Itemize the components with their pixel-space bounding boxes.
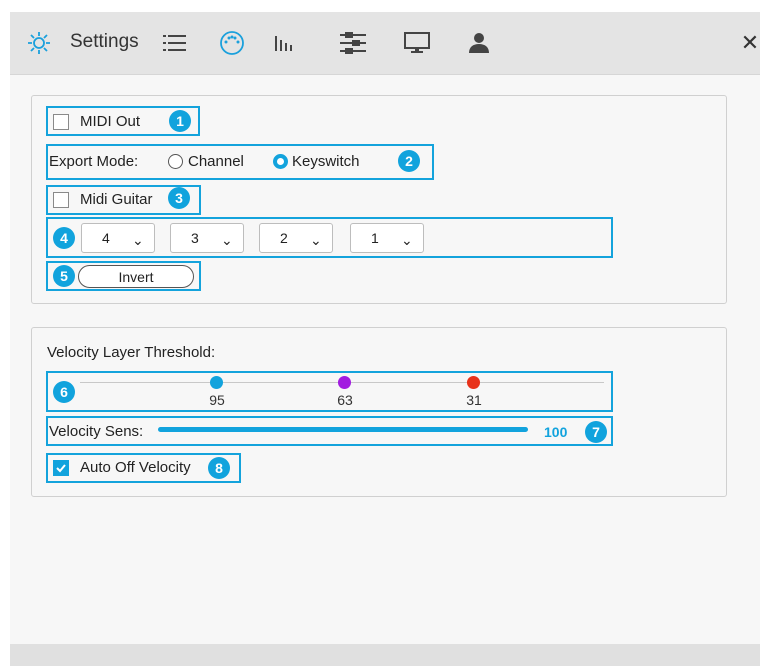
toolbar: Settings ✕: [10, 12, 760, 75]
list-icon[interactable]: [158, 26, 192, 60]
badge-8: 8: [208, 457, 230, 479]
string-select-value: 2: [280, 230, 288, 246]
page-title: Settings: [70, 31, 139, 52]
velocity-sens-label: Velocity Sens:: [49, 423, 144, 440]
export-channel-radio[interactable]: [168, 154, 183, 169]
chevron-down-icon: ⌄: [221, 232, 233, 248]
export-keyswitch-label: Keyswitch: [292, 153, 360, 170]
export-mode-label: Export Mode:: [49, 153, 139, 170]
chevron-down-icon: ⌄: [132, 232, 144, 248]
badge-6: 6: [53, 381, 75, 403]
footer-bar: [10, 644, 760, 666]
velocity-threshold-label: Velocity Layer Threshold:: [47, 344, 216, 361]
string-select-1[interactable]: 4 ⌄: [81, 223, 155, 253]
velocity-sens-value: 100: [544, 424, 568, 440]
badge-5: 5: [53, 265, 75, 287]
string-select-3[interactable]: 2 ⌄: [259, 223, 333, 253]
string-select-4[interactable]: 1 ⌄: [350, 223, 424, 253]
threshold-handle-2[interactable]: [338, 376, 351, 389]
auto-off-label: Auto Off Velocity: [80, 459, 191, 476]
threshold-value-1: 95: [209, 392, 225, 408]
export-channel-label: Channel: [188, 153, 244, 170]
midi-guitar-label: Midi Guitar: [80, 191, 153, 208]
threshold-handle-1[interactable]: [210, 376, 223, 389]
badge-1: 1: [169, 110, 191, 132]
threshold-value-2: 63: [337, 392, 353, 408]
user-icon[interactable]: [462, 26, 496, 60]
string-select-value: 4: [102, 230, 110, 246]
midi-guitar-checkbox[interactable]: [53, 192, 69, 208]
string-select-value: 3: [191, 230, 199, 246]
monitor-icon[interactable]: [400, 26, 434, 60]
auto-off-checkbox[interactable]: [53, 460, 69, 476]
chevron-down-icon: ⌄: [310, 232, 322, 248]
check-icon: [56, 464, 66, 473]
badge-3: 3: [168, 187, 190, 209]
threshold-handle-3[interactable]: [467, 376, 480, 389]
export-keyswitch-radio[interactable]: [273, 154, 288, 169]
badge-7: 7: [585, 421, 607, 443]
midi-out-checkbox[interactable]: [53, 114, 69, 130]
mixer-sliders-icon[interactable]: [336, 26, 370, 60]
midi-port-icon[interactable]: [215, 26, 249, 60]
string-select-value: 1: [371, 230, 379, 246]
settings-gear-icon[interactable]: [22, 26, 56, 60]
velocity-sens-slider[interactable]: [158, 427, 528, 432]
close-icon[interactable]: ✕: [735, 26, 760, 60]
string-select-2[interactable]: 3 ⌄: [170, 223, 244, 253]
settings-window: Settings ✕ MIDI Out 1 Export Mode: Chann…: [10, 12, 760, 666]
velocity-bars-icon[interactable]: [268, 26, 302, 60]
invert-button[interactable]: Invert: [78, 265, 194, 288]
badge-4: 4: [53, 227, 75, 249]
badge-2: 2: [398, 150, 420, 172]
threshold-value-3: 31: [466, 392, 482, 408]
midi-out-label: MIDI Out: [80, 113, 141, 130]
chevron-down-icon: ⌄: [401, 232, 413, 248]
